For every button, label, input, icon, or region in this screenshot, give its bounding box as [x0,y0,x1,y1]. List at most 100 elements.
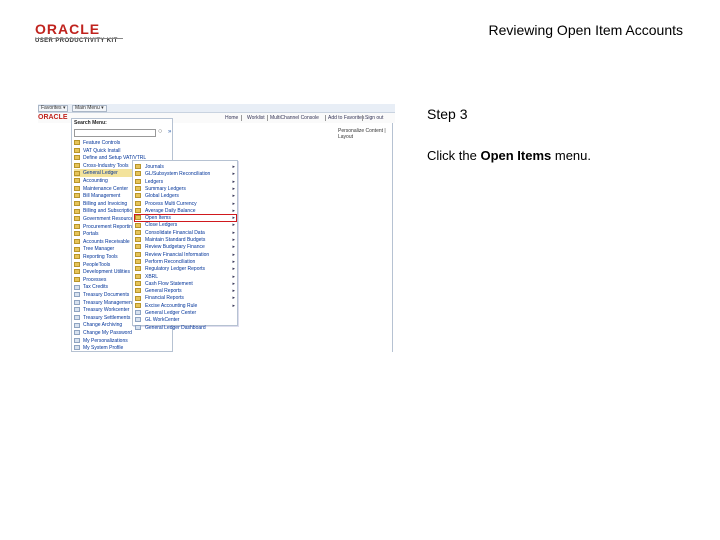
folder-icon [74,170,80,176]
submenu-item-label: Perform Reconciliation [145,258,196,265]
folder-icon [74,162,80,168]
main-menu-item-label: Treasury Settlements [83,314,131,321]
submenu-item-label: Review Financial Information [145,251,210,258]
main-menu-item-label: Maintenance Center [83,185,129,192]
submenu-item-label: GL/Subsystem Reconciliation [145,171,211,178]
instruction-target: Open Items [480,148,552,163]
document-icon [135,324,141,330]
page-title: Reviewing Open Item Accounts [488,22,683,38]
folder-icon [135,244,141,250]
folder-icon [74,223,80,229]
link-multichannel[interactable]: MultiChannel Console [270,114,319,122]
folder-icon [74,231,80,237]
main-menu-item-label: Tax Credits [83,284,109,291]
clear-icon[interactable]: » [168,128,174,136]
submenu-item-label: Regulatory Ledger Reports [145,266,206,273]
main-menu-item-label: Billing and Invoicing [83,200,128,207]
screenshot-topbar: Favorites ▾ Main Menu ▾ [38,104,395,113]
document-icon [74,345,80,351]
link-add-favorites[interactable]: Add to Favorites [328,114,364,122]
document-icon [135,310,141,316]
instruction-suffix: menu. [551,148,592,163]
folder-icon [135,266,141,272]
main-menu-item-label: Government Resources [83,216,136,222]
submenu-item-label: General Ledger Center [145,310,197,316]
main-menu-item-label: Accounting [83,178,108,184]
screenshot-oracle-brand: ORACLE [38,114,68,121]
submenu-item-label: Process Multi Currency [145,200,197,207]
submenu-item-label: General Reports [145,288,182,295]
folder-icon [135,164,141,170]
main-menu-item-label: Development Utilities [83,269,130,276]
submenu-item-label: Close Ledgers [145,222,178,229]
personalize-links[interactable]: Personalize Content | Layout [338,128,395,140]
document-icon [74,299,80,305]
folder-icon [135,178,141,184]
document-icon [74,330,80,336]
main-menu-item-label: Treasury Management [83,299,134,306]
folder-icon [135,237,141,243]
open-items-highlight [134,214,237,222]
folder-icon [74,193,80,199]
folder-icon [135,288,141,294]
folder-icon [135,280,141,286]
main-menu-item-label: Treasury Workcenter [83,307,130,314]
main-menu-item-label: Procurement Reporting [83,223,135,230]
submenu-item-label: Financial Reports [145,295,184,302]
search-menu-input[interactable] [74,129,156,137]
folder-icon [74,276,80,282]
link-separator [267,115,268,121]
document-icon [74,284,80,290]
folder-icon [74,200,80,206]
folder-icon [74,155,80,161]
folder-icon [135,295,141,301]
link-separator [362,115,363,121]
folder-icon [74,185,80,191]
folder-icon [74,254,80,260]
folder-icon [135,273,141,279]
main-menu-item-label: Cross-Industry Tools [83,162,129,169]
folder-icon [74,178,80,184]
submenu-item-label: General Ledger Dashboard [145,324,206,331]
folder-icon [135,207,141,213]
main-menu-item-label: Accounts Receivable [83,238,130,245]
main-menu-item-label: PeopleTools [83,261,111,268]
link-worklist[interactable]: Worklist [247,114,265,122]
link-sign-out[interactable]: Sign out [365,114,383,122]
submenu-item-label: XBRL [145,273,159,280]
folder-icon [135,229,141,235]
document-icon [74,322,80,328]
logo-brand: ORACLE [35,21,101,37]
tab-main-menu[interactable]: Main Menu ▾ [72,105,107,112]
tab-favorites[interactable]: Favorites ▾ [38,105,69,112]
logo-rule [35,38,123,39]
general-ledger-submenu: Journals ▸ GL/Subsystem Reconciliation ▸ Led… [132,160,238,331]
submenu-item-label: Cash Flow Statement [145,280,193,287]
main-menu-item-label: My Personalizations [83,337,128,344]
folder-icon [74,216,80,222]
search-icon[interactable]: ○ [158,128,166,136]
content-border [392,123,393,352]
link-home[interactable]: Home [225,114,238,122]
main-menu-item-label: Change Archiving [83,322,123,329]
step-label: Step 3 [427,106,468,122]
folder-icon [135,200,141,206]
main-menu-item-label: Processes [83,276,107,283]
folder-icon [135,186,141,192]
embedded-screenshot: Favorites ▾ Main Menu ▾ ORACLE Home Work… [38,104,395,352]
document-icon [74,292,80,298]
folder-icon [74,147,80,153]
document-icon [74,337,80,343]
main-menu-item-label: Reporting Tools [83,254,118,260]
submenu-item-label: GL WorkCenter [145,317,180,324]
submenu-item[interactable]: General Ledger Dashboard [135,324,235,332]
submenu-item-label: Average Daily Balance [145,207,196,214]
main-menu-item-label: Change My Password [83,330,132,336]
folder-icon [74,238,80,244]
submenu-item-label: Maintain Standard Budgets [145,237,206,243]
folder-icon [135,171,141,177]
oracle-upk-logo: ORACLE USER PRODUCTIVITY KIT [35,22,125,48]
folder-icon [135,302,141,308]
folder-icon [135,193,141,199]
main-menu-item-label: Tree Manager [83,246,115,253]
